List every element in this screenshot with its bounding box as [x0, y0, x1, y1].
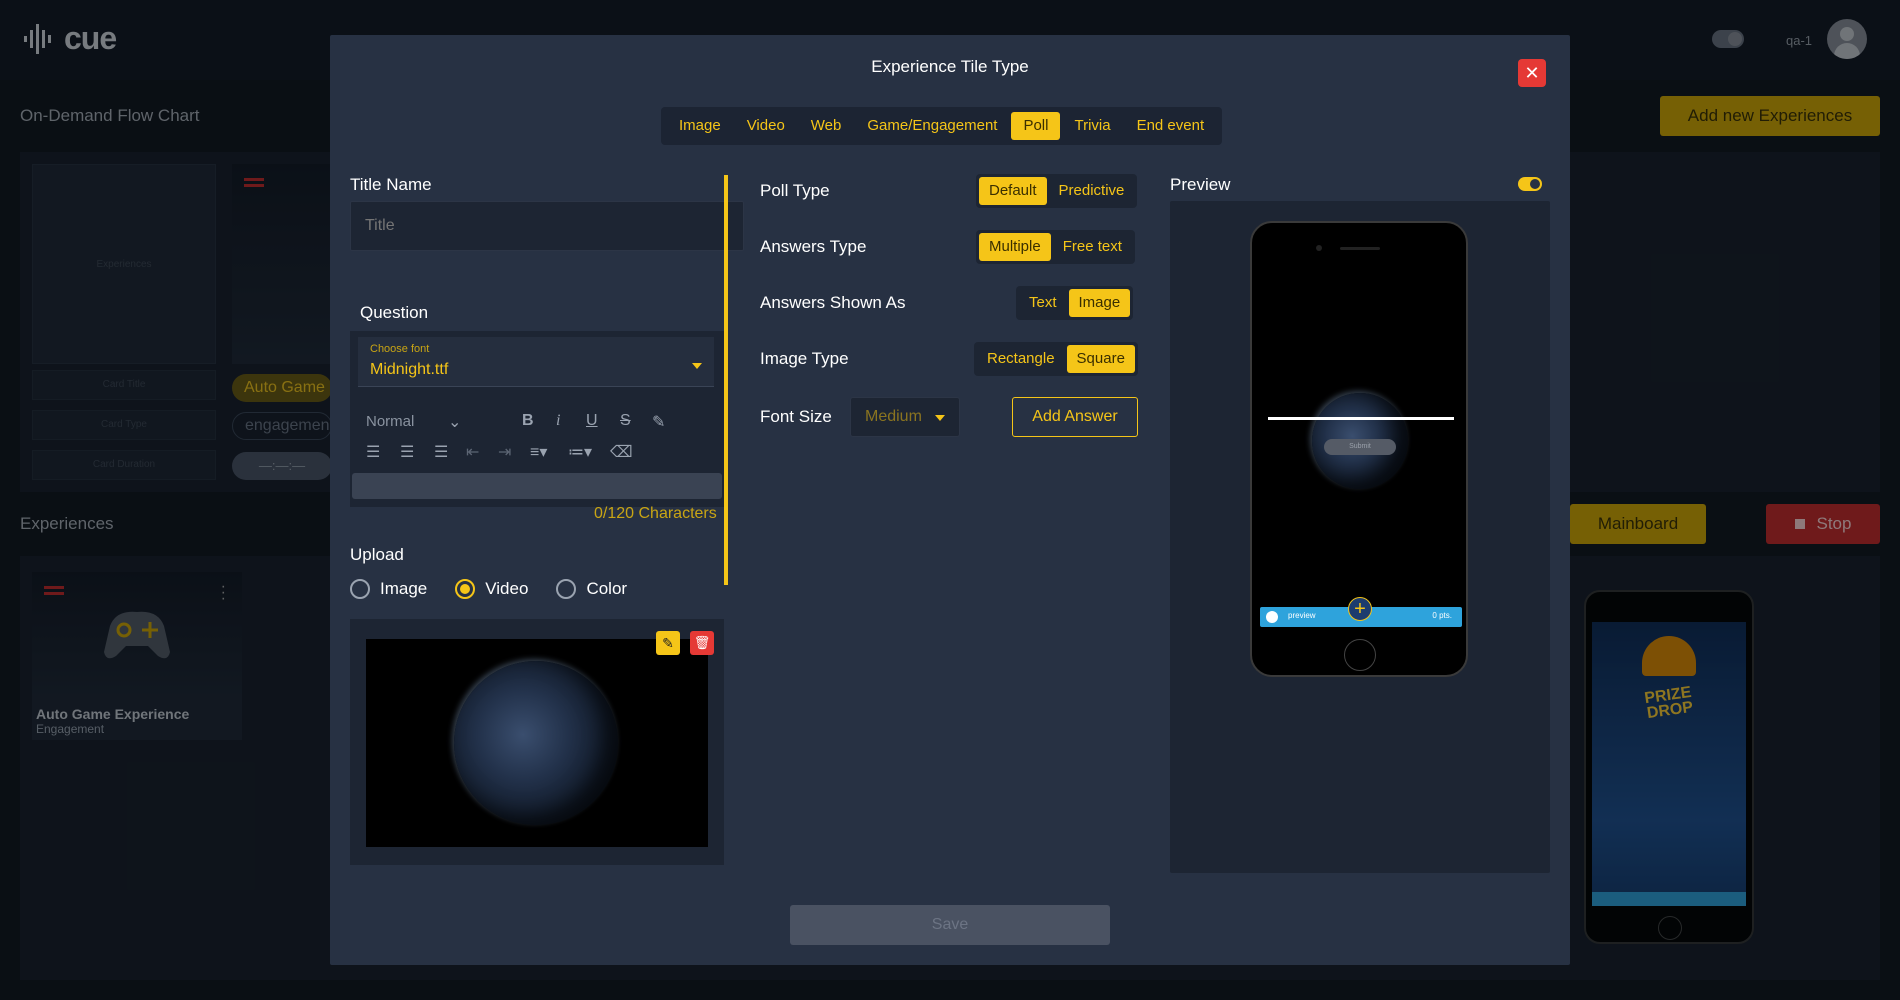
preview-panel: Submit preview 0 pts. +	[1170, 201, 1550, 873]
edit-pencil-icon[interactable]: ✎	[656, 631, 680, 655]
answers-type-free-text[interactable]: Free text	[1053, 233, 1132, 261]
answers-type-multiple[interactable]: Multiple	[979, 233, 1051, 261]
tab-web[interactable]: Web	[799, 112, 854, 140]
question-label: Question	[360, 303, 429, 322]
radio-color-label: Color	[586, 579, 628, 598]
title-name-label: Title Name	[350, 175, 432, 194]
image-type-rectangle[interactable]: Rectangle	[977, 345, 1065, 373]
earth-image	[454, 661, 618, 825]
answers-shown-segment: Text Image	[1016, 286, 1134, 320]
font-size-label: Font Size	[760, 407, 832, 426]
chevron-down-icon	[935, 415, 945, 421]
trash-icon[interactable]: 🗑	[690, 631, 714, 655]
radio-color[interactable]	[556, 579, 577, 599]
indent-decrease-icon[interactable]: ⇤	[466, 442, 479, 462]
align-left-icon[interactable]: ☰	[366, 442, 380, 462]
poll-type-segment: Default Predictive	[976, 174, 1138, 208]
radio-video[interactable]	[455, 579, 476, 599]
upload-preview-box: ✎ 🗑	[350, 619, 724, 865]
answers-shown-text[interactable]: Text	[1019, 289, 1067, 317]
answers-type-segment: Multiple Free text	[976, 230, 1135, 264]
tab-end-event[interactable]: End event	[1125, 112, 1217, 140]
preview-label: Preview	[1170, 175, 1231, 194]
font-select[interactable]: Choose font Midnight.ttf	[358, 337, 714, 387]
radio-image-label: Image	[380, 579, 428, 598]
upload-label: Upload	[350, 545, 404, 564]
preview-add-icon: +	[1348, 597, 1372, 621]
radio-video-label: Video	[485, 579, 529, 598]
bullet-list-icon[interactable]: ≔▾	[568, 442, 592, 462]
add-answer-button[interactable]: Add Answer	[1012, 397, 1138, 437]
font-size-value: Medium	[865, 408, 922, 425]
preview-home-button	[1344, 639, 1376, 671]
uploaded-video-thumbnail	[366, 639, 708, 847]
image-type-segment: Rectangle Square	[974, 342, 1138, 376]
tab-trivia[interactable]: Trivia	[1062, 112, 1122, 140]
preview-toggle[interactable]	[1518, 177, 1542, 191]
align-center-icon[interactable]: ☰	[400, 442, 414, 462]
chevron-down-icon	[692, 363, 702, 369]
align-right-icon[interactable]: ☰	[434, 442, 448, 462]
clear-format-icon[interactable]: ⌫	[610, 442, 633, 462]
poll-type-label: Poll Type	[760, 181, 830, 200]
title-input[interactable]	[350, 201, 744, 251]
format-select[interactable]: Normal	[366, 413, 414, 430]
preview-user-name: preview	[1288, 611, 1316, 620]
tab-game-engagement[interactable]: Game/Engagement	[855, 112, 1009, 140]
preview-points: 0 pts.	[1432, 611, 1452, 620]
indent-increase-icon[interactable]: ⇥	[498, 442, 511, 462]
save-button[interactable]: Save	[790, 905, 1110, 945]
answers-shown-label: Answers Shown As	[760, 293, 906, 312]
tab-poll[interactable]: Poll	[1011, 112, 1061, 140]
ordered-list-icon[interactable]: ≡▾	[530, 442, 547, 462]
experience-tile-modal: Experience Tile Type ✕ Image Video Web G…	[330, 35, 1570, 965]
close-button[interactable]: ✕	[1518, 59, 1546, 87]
answers-shown-image[interactable]: Image	[1068, 289, 1131, 317]
scrollbar-thumb[interactable]	[724, 175, 728, 585]
tab-image[interactable]: Image	[667, 112, 733, 140]
font-size-select[interactable]: Medium	[850, 397, 960, 437]
char-count: 0/120 Characters	[594, 505, 717, 522]
font-select-label: Choose font	[370, 343, 430, 355]
image-type-square[interactable]: Square	[1066, 345, 1135, 373]
upload-type-group: Image Video Color	[350, 579, 627, 599]
preview-phone: Submit preview 0 pts. +	[1250, 221, 1468, 677]
preview-answer-line	[1268, 417, 1454, 420]
italic-icon[interactable]: i	[556, 412, 560, 430]
underline-icon[interactable]: U	[586, 412, 598, 430]
poll-type-default[interactable]: Default	[979, 177, 1047, 205]
font-select-value: Midnight.ttf	[370, 361, 449, 378]
strikethrough-icon[interactable]: S	[620, 412, 631, 430]
scrollbar-track[interactable]	[724, 175, 728, 585]
image-type-label: Image Type	[760, 349, 849, 368]
answers-type-label: Answers Type	[760, 237, 867, 256]
highlight-pen-icon[interactable]: ✎	[652, 412, 665, 432]
question-text-area[interactable]	[352, 473, 722, 499]
bold-icon[interactable]: B	[522, 412, 534, 430]
chevron-down-icon[interactable]: ⌄	[448, 412, 461, 432]
close-icon: ✕	[1524, 63, 1540, 83]
poll-type-predictive[interactable]: Predictive	[1049, 177, 1135, 205]
tab-video[interactable]: Video	[735, 112, 797, 140]
tile-type-tabs: Image Video Web Game/Engagement Poll Tri…	[661, 107, 1223, 145]
modal-title: Experience Tile Type	[871, 57, 1029, 76]
preview-submit-button: Submit	[1324, 439, 1396, 455]
radio-image[interactable]	[350, 579, 370, 599]
